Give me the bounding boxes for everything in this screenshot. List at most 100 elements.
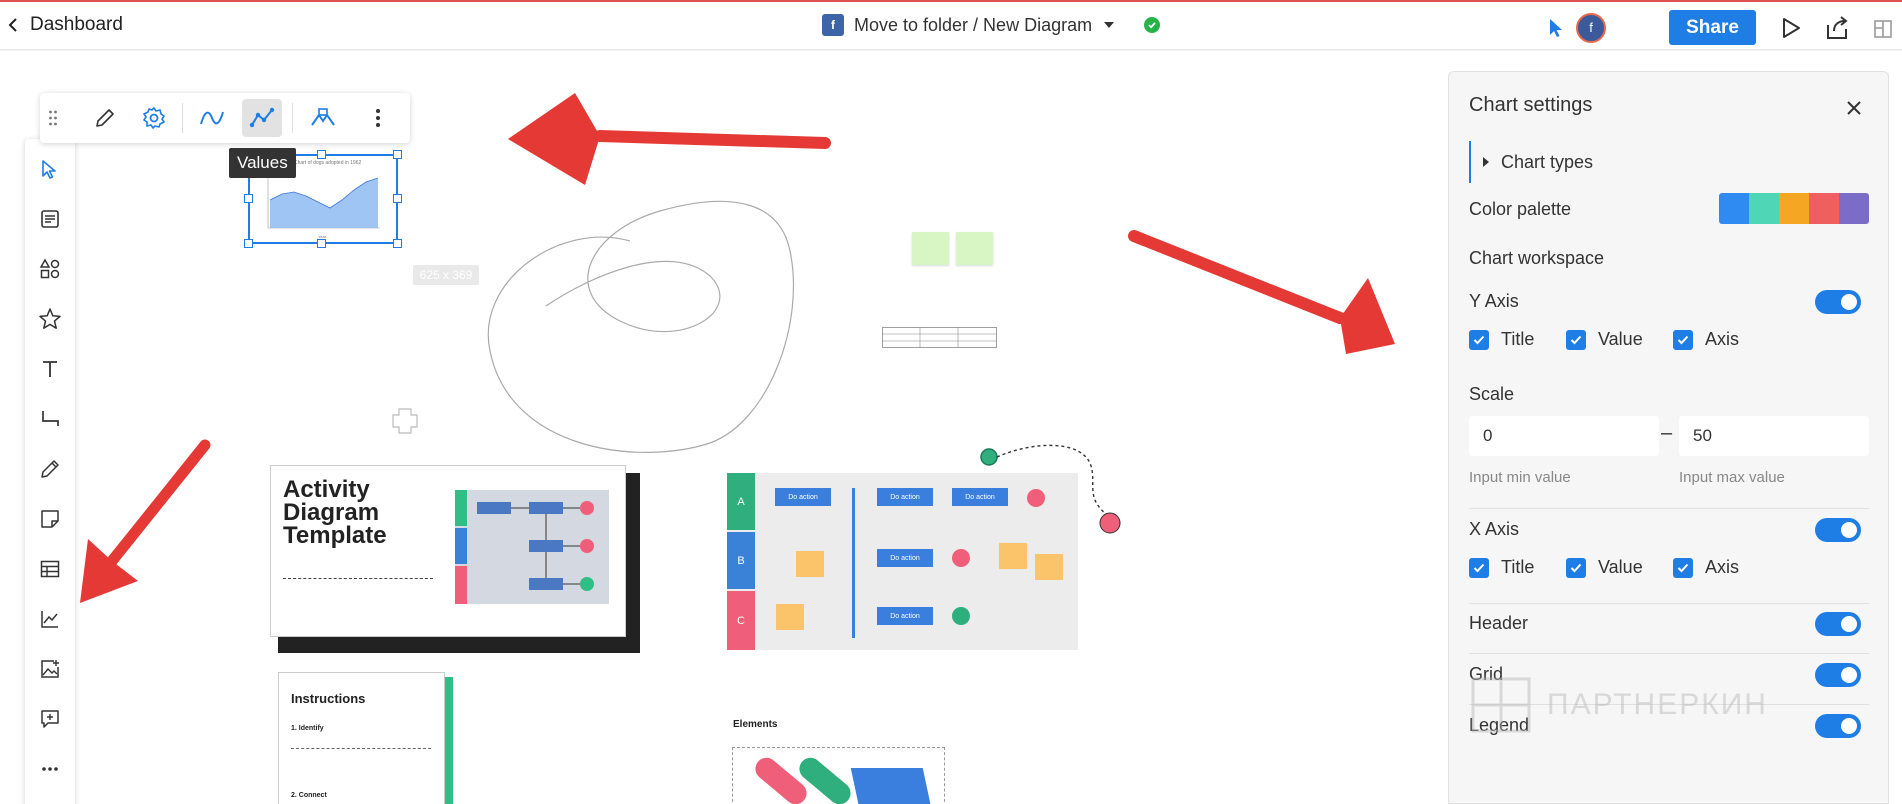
check-icon [1566, 329, 1586, 350]
panels-icon[interactable] [1868, 13, 1898, 43]
palette-swatch [1779, 193, 1809, 224]
shapes-tool-icon[interactable] [37, 256, 63, 282]
check-circle-icon [952, 607, 970, 625]
legend-toggle[interactable] [1815, 714, 1861, 738]
instructions-step-1: 1. Identify [291, 725, 324, 732]
sticky-note-tool-icon[interactable] [37, 506, 63, 532]
x-value-checkbox[interactable]: Value [1566, 557, 1673, 578]
user-avatar[interactable]: f [1576, 12, 1606, 43]
gear-icon[interactable] [134, 99, 174, 137]
close-icon[interactable] [1846, 100, 1862, 116]
action-box[interactable]: Do action [877, 607, 933, 625]
x-axis-checkbox[interactable]: Axis [1673, 557, 1739, 578]
y-axis-toggle[interactable] [1815, 290, 1861, 314]
y-axis-checkbox[interactable]: Axis [1673, 329, 1739, 350]
y-value-checkbox[interactable]: Value [1566, 329, 1673, 350]
values-tooltip: Values [229, 148, 296, 178]
dashboard-label: Dashboard [30, 14, 123, 35]
export-icon[interactable] [1822, 13, 1852, 43]
scale-label: Scale [1469, 384, 1515, 404]
elements-group[interactable] [732, 747, 945, 804]
comment-tool-icon[interactable] [37, 706, 63, 732]
freehand-scribble[interactable] [470, 181, 810, 461]
document-title[interactable]: Move to folder / New Diagram [854, 15, 1092, 36]
smooth-curve-icon[interactable] [192, 99, 232, 137]
x-axis-check-label: Axis [1705, 557, 1740, 577]
values-line-icon[interactable] [242, 99, 282, 137]
x-title-checkbox[interactable]: Title [1469, 557, 1566, 578]
image-tool-icon[interactable] [37, 656, 63, 682]
drag-handle-icon[interactable] [43, 99, 63, 137]
document-title-area[interactable]: f Move to folder / New Diagram [822, 14, 1161, 36]
instructions-card[interactable]: Instructions 1. Identify 2. Connect [278, 672, 453, 804]
connection-point-icon[interactable] [303, 99, 343, 137]
dotted-connector[interactable] [968, 443, 1128, 553]
chart-types-expander[interactable]: Chart types [1469, 141, 1593, 183]
dashboard-back-link[interactable]: Dashboard [8, 14, 123, 36]
saved-check-icon [1144, 17, 1161, 33]
action-box[interactable]: Do action [877, 549, 933, 567]
activity-template-card[interactable]: Activity Diagram Template [270, 465, 640, 653]
input-min-hint: Input min value [1469, 469, 1571, 486]
table-tool-icon[interactable] [37, 556, 63, 582]
palette-swatch [1839, 193, 1869, 224]
sticky-note[interactable] [912, 232, 949, 265]
mini-table[interactable] [882, 327, 998, 349]
connector-tool-icon[interactable] [37, 406, 63, 432]
x-title-label: Title [1501, 557, 1535, 577]
scale-dash: – [1661, 422, 1673, 444]
header-toggle[interactable] [1815, 612, 1861, 636]
select-tool-icon[interactable] [37, 156, 63, 182]
color-palette-label: Color palette [1469, 199, 1572, 219]
lane-a: A [727, 473, 755, 530]
puzzle-shape[interactable] [390, 406, 420, 436]
grid-toggle[interactable] [1815, 663, 1861, 687]
star-tool-icon[interactable] [37, 306, 63, 332]
activity-title-line2: Diagram [283, 499, 380, 526]
y-title-checkbox[interactable]: Title [1469, 329, 1566, 350]
panel-title: Chart settings [1469, 94, 1593, 116]
template-tool-icon[interactable] [37, 206, 63, 232]
caret-down-icon[interactable] [1104, 22, 1115, 28]
palette-swatch [1809, 193, 1839, 224]
check-icon [1469, 329, 1489, 350]
chevron-left-icon [8, 18, 17, 32]
check-icon [1673, 557, 1693, 578]
edit-pencil-icon[interactable] [85, 99, 125, 137]
activity-title-line1: Activity [283, 476, 370, 503]
pencil-tool-icon[interactable] [37, 456, 63, 482]
action-box[interactable]: Do action [877, 488, 933, 506]
top-bar: Dashboard f Move to folder / New Diagram… [0, 0, 1902, 50]
activity-title-line3: Template [283, 522, 387, 549]
scale-min-input[interactable] [1469, 416, 1659, 456]
chart-settings-panel: Chart settings Chart types Color palette… [1448, 71, 1889, 804]
palette-swatch [1719, 193, 1749, 224]
chart-types-label: Chart types [1501, 151, 1594, 172]
instructions-title: Instructions [291, 691, 366, 706]
text-tool-icon[interactable] [37, 356, 63, 382]
share-button[interactable]: Share [1669, 10, 1756, 45]
elements-title: Elements [733, 719, 778, 730]
chart-workspace-label: Chart workspace [1469, 248, 1605, 268]
check-icon [1673, 329, 1693, 350]
lane-c: C [727, 591, 755, 650]
present-play-icon[interactable] [1776, 13, 1806, 43]
folder-icon: f [822, 14, 844, 36]
scale-max-input[interactable] [1679, 416, 1869, 456]
top-right-controls: f Share [1546, 10, 1902, 45]
check-icon [1469, 557, 1489, 578]
more-vertical-icon[interactable] [358, 99, 398, 137]
more-tools-icon[interactable] [37, 756, 63, 782]
chart-tool-icon[interactable] [37, 606, 63, 632]
check-icon [1566, 557, 1586, 578]
action-box[interactable]: Do action [775, 488, 831, 506]
instructions-step-2: 2. Connect [291, 792, 327, 799]
cursor-pointer-icon[interactable] [1546, 17, 1566, 39]
y-axis-options: Title Value Axis [1469, 329, 1739, 350]
color-palette-picker[interactable] [1719, 193, 1869, 224]
y-axis-check-label: Axis [1705, 329, 1740, 349]
sticky-note[interactable] [956, 232, 993, 265]
left-toolbar [25, 139, 75, 804]
x-axis-toggle[interactable] [1815, 518, 1861, 542]
watermark: ПАРТНЕРКИН [1469, 675, 1768, 735]
